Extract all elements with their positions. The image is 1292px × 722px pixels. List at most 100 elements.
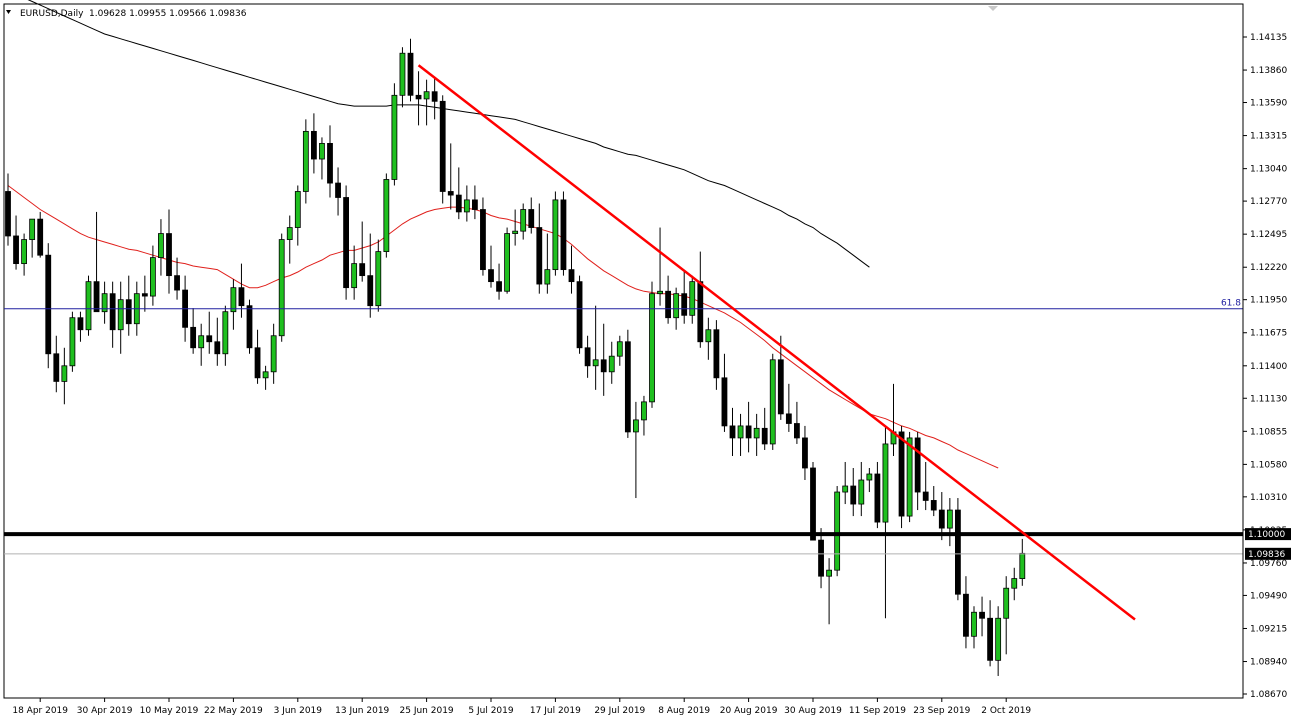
candle [278,233,285,342]
date-tick-label: 17 Jul 2019 [530,706,581,716]
plot-frame [3,3,1244,699]
candle [69,311,76,372]
candle-body [866,473,873,481]
candle-body [842,485,849,493]
candle-body [53,353,60,382]
date-tick-label: 30 Apr 2019 [77,706,133,716]
candle-body [61,365,68,382]
price-tick-label: 1.11400 [1250,362,1287,372]
candle-body [729,425,736,439]
candle-body [488,269,494,283]
candle-body [665,290,671,319]
candle-body [874,473,881,523]
candle-body [319,142,325,160]
candle-body [785,413,792,424]
candle-body [592,359,599,367]
candle-body [286,227,293,240]
price-tick-label: 1.10310 [1250,493,1287,503]
candle-body [834,491,841,571]
date-tick-label: 22 May 2019 [204,706,263,716]
candle-body [439,100,446,192]
candle-body [471,199,478,210]
date-tick-label: 3 Jun 2019 [274,706,323,716]
time-axis[interactable]: 18 Apr 2019 30 Apr 2019 10 May 2019 22 May … [12,698,1031,716]
candle-body [769,359,776,445]
candle-body [109,293,116,331]
candle-body [512,230,519,234]
price-tick-label: 1.11950 [1250,296,1287,306]
candle-body [882,443,889,523]
candle-body [238,287,245,307]
price-tick-label: 1.08940 [1250,658,1287,668]
price-tick-label: 1.08670 [1250,690,1287,700]
candle-body [431,91,438,102]
price-chart[interactable]: 61.8 1.14135 1.13860 1.13590 1.13315 1.13040… [0,0,1292,722]
candle-body [230,287,237,313]
price-tick-label: 1.13315 [1250,132,1287,142]
date-tick-label: 10 May 2019 [140,706,199,716]
candle-body [1011,578,1018,589]
candle-body [310,130,317,160]
candle-body [600,359,607,373]
date-tick-label: 11 Sep 2019 [849,706,906,716]
date-tick-label: 29 Jul 2019 [594,706,645,716]
candle-body [415,94,422,100]
candle-body [633,419,639,433]
candle-body [93,281,100,313]
candle-body [37,218,44,256]
candle-body [504,233,511,292]
candle [391,83,398,186]
candle-body [407,52,414,96]
price-tick-label: 1.13860 [1250,66,1287,76]
candle-body [222,311,229,355]
candle [810,461,816,541]
candle-body [1003,587,1010,619]
candle-body [166,233,172,277]
candle-body [810,467,816,541]
candle-body [930,500,937,511]
price-axis[interactable]: 1.14135 1.13860 1.13590 1.13315 1.13040 1.127… [1242,4,1291,700]
candle-body [963,593,969,637]
candle-body [270,335,277,373]
candle [834,486,841,577]
candle-body [351,263,358,289]
current-price-marker-label: 1.09836 [1248,550,1285,560]
candle-body [399,52,406,96]
candle-body [45,254,52,355]
candle-body [367,275,374,307]
price-tick-label: 1.10580 [1250,460,1287,470]
candle-body [624,341,631,433]
date-tick-label: 5 Jul 2019 [468,706,513,716]
candle-body [496,281,502,292]
candle [560,191,567,276]
candle-body [552,199,559,271]
candle [246,299,253,354]
candle-body [777,359,784,415]
candle-body [737,425,744,439]
candle-body [761,427,768,445]
candle-body [262,371,269,379]
date-tick-label: 13 Jun 2019 [335,706,389,716]
support-price-marker-label: 1.10000 [1248,530,1285,540]
price-tick-label: 1.09490 [1250,591,1287,601]
date-tick-label: 18 Apr 2019 [12,706,68,716]
candle [552,191,559,276]
candle-body [335,182,341,198]
candle-body [174,275,180,291]
candle-body [544,269,551,285]
price-tick-label: 1.09760 [1250,559,1287,569]
candle-body [254,347,261,379]
price-tick-label: 1.13590 [1250,99,1287,109]
symbol-label: EURUSD,Daily [20,9,84,19]
candle-body [987,617,993,661]
candle-body [826,569,832,577]
candle-body [391,94,398,180]
candle-body [794,423,800,439]
price-tick-label: 1.10855 [1250,427,1287,437]
candle-body [463,199,470,213]
candle-body [914,437,921,493]
candle-body [383,179,390,252]
candle-body [85,281,92,331]
candle-body [359,263,366,277]
candle [85,275,92,336]
